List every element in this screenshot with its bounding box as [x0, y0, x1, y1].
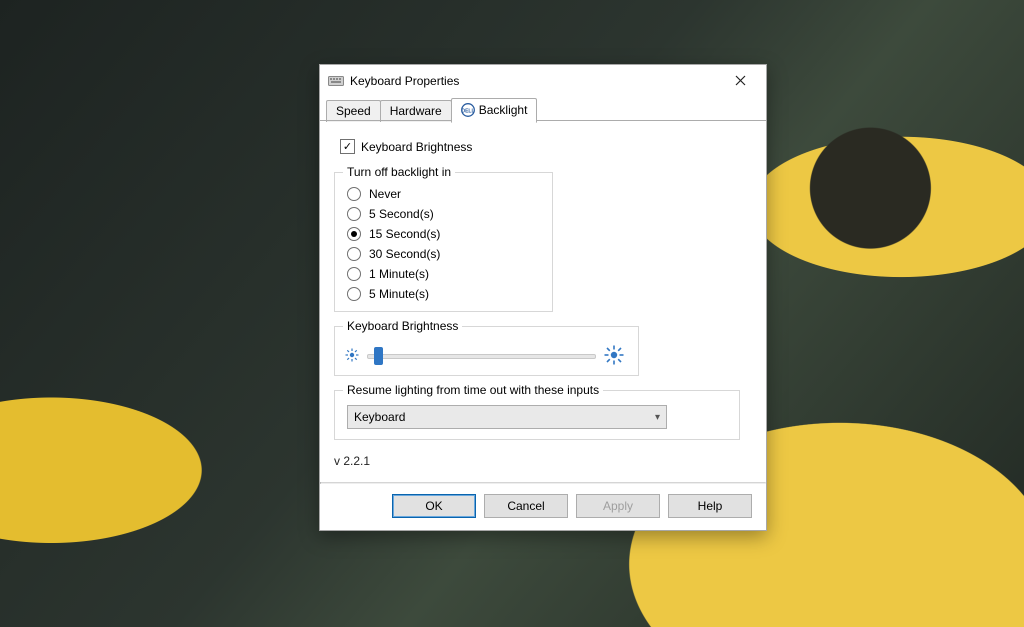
resume-input-combobox[interactable]: Keyboard ▾	[347, 405, 667, 429]
combobox-value: Keyboard	[354, 410, 405, 424]
close-button[interactable]	[720, 69, 760, 93]
desktop-background: Keyboard Properties Speed Hardware DELL	[0, 0, 1024, 627]
radio-button	[347, 287, 361, 301]
brightness-slider[interactable]	[367, 346, 596, 364]
tab-backlight[interactable]: DELL Backlight	[451, 98, 538, 123]
keyboard-icon	[328, 76, 344, 86]
radio-button	[347, 267, 361, 281]
window-title: Keyboard Properties	[350, 74, 720, 88]
button-label: Help	[698, 499, 723, 513]
backlight-timeout-option[interactable]: 1 Minute(s)	[347, 267, 542, 281]
keyboard-brightness-checkbox[interactable]: ✓ Keyboard Brightness	[340, 139, 752, 154]
radio-button	[347, 247, 361, 261]
radio-label: 5 Minute(s)	[369, 287, 429, 301]
button-label: OK	[425, 499, 442, 513]
slider-thumb[interactable]	[374, 347, 383, 365]
backlight-timeout-option[interactable]: 5 Second(s)	[347, 207, 542, 221]
tab-speed-label: Speed	[336, 104, 371, 118]
radio-label: 15 Second(s)	[369, 227, 440, 241]
tab-hardware[interactable]: Hardware	[380, 100, 452, 122]
titlebar[interactable]: Keyboard Properties	[320, 65, 766, 96]
keyboard-brightness-slider-group: Keyboard Brightness	[334, 326, 639, 376]
svg-text:DELL: DELL	[461, 109, 474, 115]
tab-hardware-label: Hardware	[390, 104, 442, 118]
apply-button[interactable]: Apply	[576, 494, 660, 518]
group-legend: Keyboard Brightness	[343, 319, 462, 333]
version-label: v 2.2.1	[334, 454, 752, 468]
tab-backlight-label: Backlight	[479, 103, 528, 117]
backlight-timeout-option[interactable]: 30 Second(s)	[347, 247, 542, 261]
radio-label: Never	[369, 187, 401, 201]
dell-icon: DELL	[461, 102, 475, 116]
button-label: Apply	[603, 499, 633, 513]
group-legend: Turn off backlight in	[343, 165, 455, 179]
backlight-timeout-option[interactable]: 15 Second(s)	[347, 227, 542, 241]
button-label: Cancel	[507, 499, 544, 513]
backlight-timeout-radio-list: Never 5 Second(s) 15 Second(s) 30 Second(s)…	[347, 187, 542, 301]
radio-button	[347, 227, 361, 241]
chevron-down-icon: ▾	[655, 412, 660, 423]
tab-speed[interactable]: Speed	[326, 100, 381, 122]
keyboard-properties-dialog: Keyboard Properties Speed Hardware DELL	[319, 64, 767, 531]
radio-dot-icon	[351, 231, 357, 237]
brightness-low-icon	[345, 348, 359, 362]
close-icon	[735, 73, 746, 89]
checkmark-icon: ✓	[343, 142, 352, 152]
brightness-high-icon	[604, 345, 624, 365]
turn-off-backlight-group: Turn off backlight in Never5 Second(s)15…	[334, 172, 553, 312]
radio-button	[347, 187, 361, 201]
ok-button[interactable]: OK	[392, 494, 476, 518]
group-legend: Resume lighting from time out with these…	[343, 383, 603, 397]
dialog-button-row: OK Cancel Apply Help	[320, 484, 766, 530]
radio-label: 30 Second(s)	[369, 247, 440, 261]
radio-button	[347, 207, 361, 221]
tabstrip: Speed Hardware DELL Backlight	[320, 96, 766, 121]
resume-lighting-group: Resume lighting from time out with these…	[334, 390, 740, 440]
tab-panel-backlight: ✓ Keyboard Brightness Turn off backlight…	[320, 121, 766, 482]
checkbox-label: Keyboard Brightness	[361, 140, 472, 154]
radio-label: 1 Minute(s)	[369, 267, 429, 281]
cancel-button[interactable]: Cancel	[484, 494, 568, 518]
radio-label: 5 Second(s)	[369, 207, 434, 221]
checkbox-box: ✓	[340, 139, 355, 154]
backlight-timeout-option[interactable]: Never	[347, 187, 542, 201]
backlight-timeout-option[interactable]: 5 Minute(s)	[347, 287, 542, 301]
help-button[interactable]: Help	[668, 494, 752, 518]
